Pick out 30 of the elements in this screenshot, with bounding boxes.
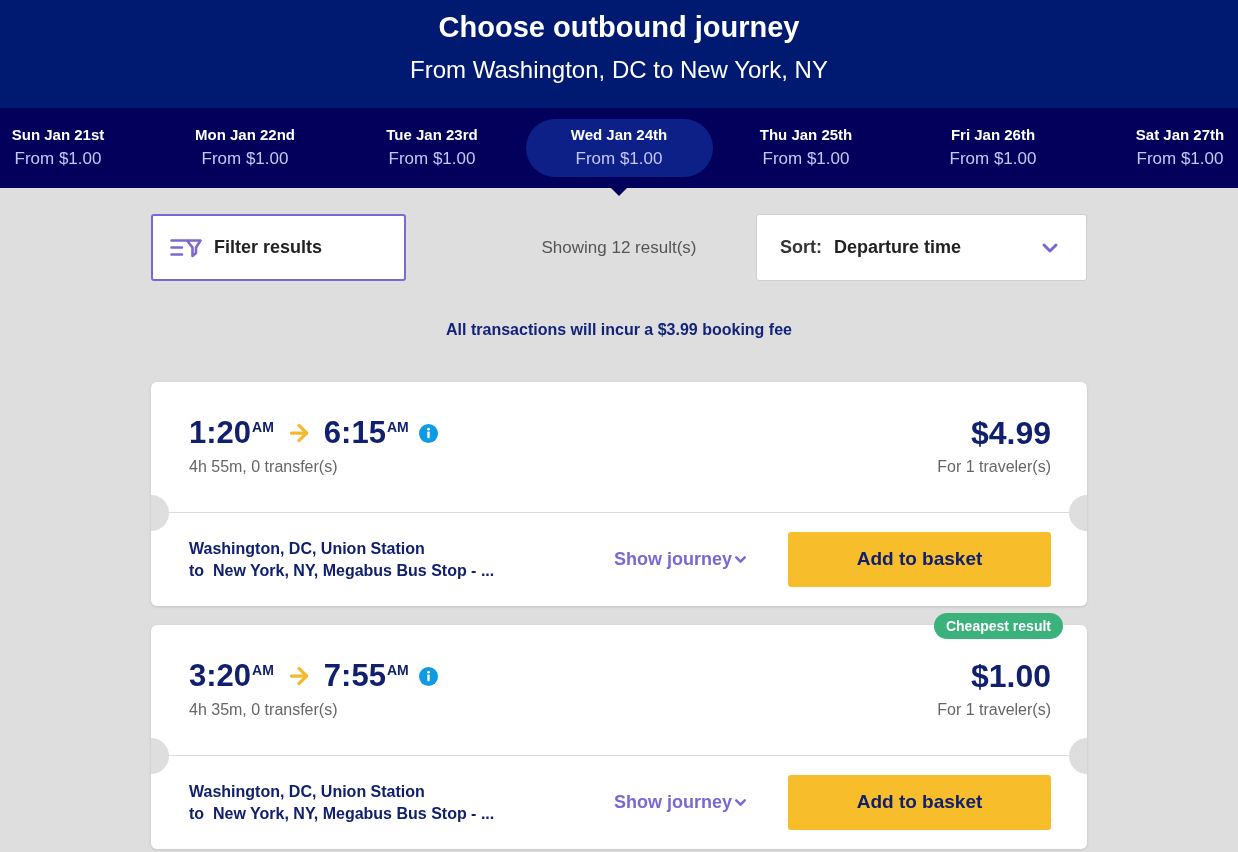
duration-text: 4h 35m, 0 transfer(s) xyxy=(189,700,339,720)
page-title: Choose outbound journey xyxy=(438,10,800,45)
route-subtitle: From Washington, DC to New York, NY xyxy=(410,55,828,85)
show-journey-link[interactable]: Show journey xyxy=(614,789,749,816)
date-tab[interactable]: Sat Jan 27th From $1.00 xyxy=(1086,119,1238,177)
route-destination: to New York, NY, Megabus Bus Stop - ... xyxy=(189,560,496,581)
add-to-basket-button[interactable]: Add to basket xyxy=(788,532,1051,587)
duration-text: 4h 55m, 0 transfer(s) xyxy=(189,457,339,477)
date-tab[interactable]: Thu Jan 25th From $1.00 xyxy=(712,119,900,177)
date-tab[interactable]: Fri Jan 26th From $1.00 xyxy=(899,119,1087,177)
route-destination: to New York, NY, Megabus Bus Stop - ... xyxy=(189,803,496,824)
results-count: Showing 12 result(s) xyxy=(541,236,697,259)
info-icon[interactable] xyxy=(418,667,438,686)
booking-fee-notice: All transactions will incur a $3.99 booking fee xyxy=(445,320,793,340)
sort-dropdown[interactable]: Sort: Departure time xyxy=(756,214,1087,281)
travelers-text: For 1 traveler(s) xyxy=(937,700,1051,720)
date-tab[interactable]: Sun Jan 21st From $1.00 xyxy=(0,119,152,177)
route-origin: Washington, DC, Union Station xyxy=(189,781,426,802)
route-origin: Washington, DC, Union Station xyxy=(189,538,426,559)
price-text: $4.99 xyxy=(970,415,1051,451)
date-tab[interactable]: Tue Jan 23rd From $1.00 xyxy=(338,119,526,177)
show-journey-link[interactable]: Show journey xyxy=(614,546,749,573)
cheapest-result-badge: Cheapest result xyxy=(933,613,1063,639)
add-to-basket-button[interactable]: Add to basket xyxy=(788,775,1051,830)
price-text: $1.00 xyxy=(970,658,1051,694)
filter-icon xyxy=(170,237,202,258)
info-icon[interactable] xyxy=(418,424,438,443)
date-tab[interactable]: Mon Jan 22nd From $1.00 xyxy=(151,119,339,177)
filter-results-button[interactable]: Filter results xyxy=(151,214,406,281)
travelers-text: For 1 traveler(s) xyxy=(937,457,1051,477)
